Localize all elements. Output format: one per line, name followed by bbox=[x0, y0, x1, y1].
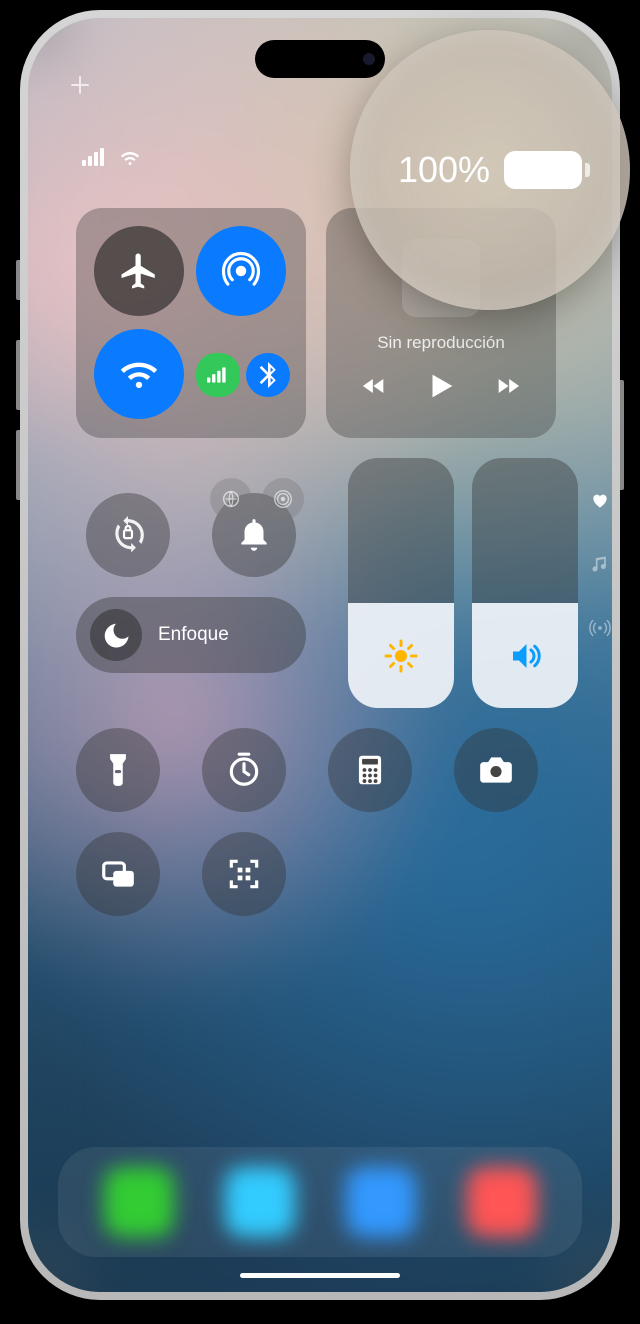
home-indicator[interactable] bbox=[240, 1273, 400, 1278]
wifi-icon bbox=[118, 148, 142, 166]
qr-scan-button[interactable] bbox=[202, 832, 286, 916]
brightness-slider[interactable] bbox=[348, 458, 454, 708]
focus-button[interactable]: Enfoque bbox=[76, 597, 306, 673]
airdrop-icon bbox=[220, 250, 262, 292]
airplane-icon bbox=[118, 250, 160, 292]
volume-slider[interactable] bbox=[472, 458, 578, 708]
play-icon bbox=[424, 369, 458, 403]
media-forward-button[interactable] bbox=[494, 372, 522, 405]
cellular-button[interactable] bbox=[196, 353, 240, 397]
rotation-lock-button[interactable] bbox=[86, 493, 170, 577]
forward-icon bbox=[494, 372, 522, 400]
wifi-icon bbox=[118, 353, 160, 395]
music-note-icon bbox=[590, 554, 610, 574]
screen-mirroring-button[interactable] bbox=[76, 832, 160, 916]
volume-fill bbox=[472, 603, 578, 708]
camera-button[interactable] bbox=[454, 728, 538, 812]
plus-icon bbox=[68, 73, 92, 97]
dock-app-3[interactable] bbox=[346, 1167, 416, 1237]
brightness-fill bbox=[348, 603, 454, 708]
add-control-button[interactable] bbox=[68, 73, 92, 97]
link-icon bbox=[220, 488, 242, 510]
volume-up-button[interactable] bbox=[16, 340, 20, 410]
camera-icon bbox=[477, 751, 515, 789]
dock-app-4[interactable] bbox=[467, 1167, 537, 1237]
airplane-mode-button[interactable] bbox=[94, 226, 184, 316]
sun-icon bbox=[383, 638, 419, 674]
media-play-button[interactable] bbox=[424, 369, 458, 408]
media-rewind-button[interactable] bbox=[360, 372, 388, 405]
dynamic-island[interactable] bbox=[255, 40, 385, 78]
qr-icon bbox=[225, 855, 263, 893]
focus-label: Enfoque bbox=[158, 624, 229, 646]
rotation-lock-icon bbox=[109, 516, 147, 554]
battery-magnify-callout: 100% bbox=[350, 30, 630, 310]
phone-frame: Sin reproducción bbox=[20, 10, 620, 1300]
connectivity-tile[interactable] bbox=[76, 208, 306, 438]
volume-down-button[interactable] bbox=[16, 430, 20, 500]
dock-app-2[interactable] bbox=[225, 1167, 295, 1237]
action-button[interactable] bbox=[16, 260, 20, 300]
dock bbox=[58, 1147, 582, 1257]
wifi-button[interactable] bbox=[94, 329, 184, 419]
timer-button[interactable] bbox=[202, 728, 286, 812]
moon-icon bbox=[101, 620, 131, 650]
cellular-icon bbox=[82, 148, 108, 166]
hotspot-button[interactable] bbox=[262, 478, 304, 520]
cellular-bars-icon bbox=[207, 367, 229, 383]
speaker-icon bbox=[507, 638, 543, 674]
cellular-bluetooth-group bbox=[196, 329, 290, 420]
heart-icon bbox=[590, 490, 610, 510]
power-button[interactable] bbox=[620, 380, 624, 490]
hotspot-icon bbox=[272, 488, 294, 510]
flashlight-button[interactable] bbox=[76, 728, 160, 812]
bell-icon bbox=[235, 516, 273, 554]
timer-icon bbox=[225, 751, 263, 789]
moon-icon-wrap bbox=[90, 609, 142, 661]
bluetooth-icon bbox=[258, 362, 278, 388]
battery-percent-label: 100% bbox=[398, 149, 490, 191]
connectivity-page-indicator[interactable] bbox=[588, 616, 612, 640]
screen-mirroring-icon bbox=[99, 855, 137, 893]
music-page-indicator[interactable] bbox=[588, 552, 612, 576]
bluetooth-button[interactable] bbox=[246, 353, 290, 397]
calculator-button[interactable] bbox=[328, 728, 412, 812]
favorites-page-indicator[interactable] bbox=[588, 488, 612, 512]
flashlight-icon bbox=[99, 751, 137, 789]
calculator-icon bbox=[351, 751, 389, 789]
vpn-button[interactable] bbox=[210, 478, 252, 520]
media-title: Sin reproducción bbox=[377, 333, 505, 353]
battery-icon bbox=[504, 151, 582, 189]
dock-app-1[interactable] bbox=[104, 1167, 174, 1237]
status-left bbox=[82, 148, 142, 166]
rewind-icon bbox=[360, 372, 388, 400]
airdrop-button[interactable] bbox=[196, 226, 286, 316]
antenna-icon bbox=[589, 617, 611, 639]
